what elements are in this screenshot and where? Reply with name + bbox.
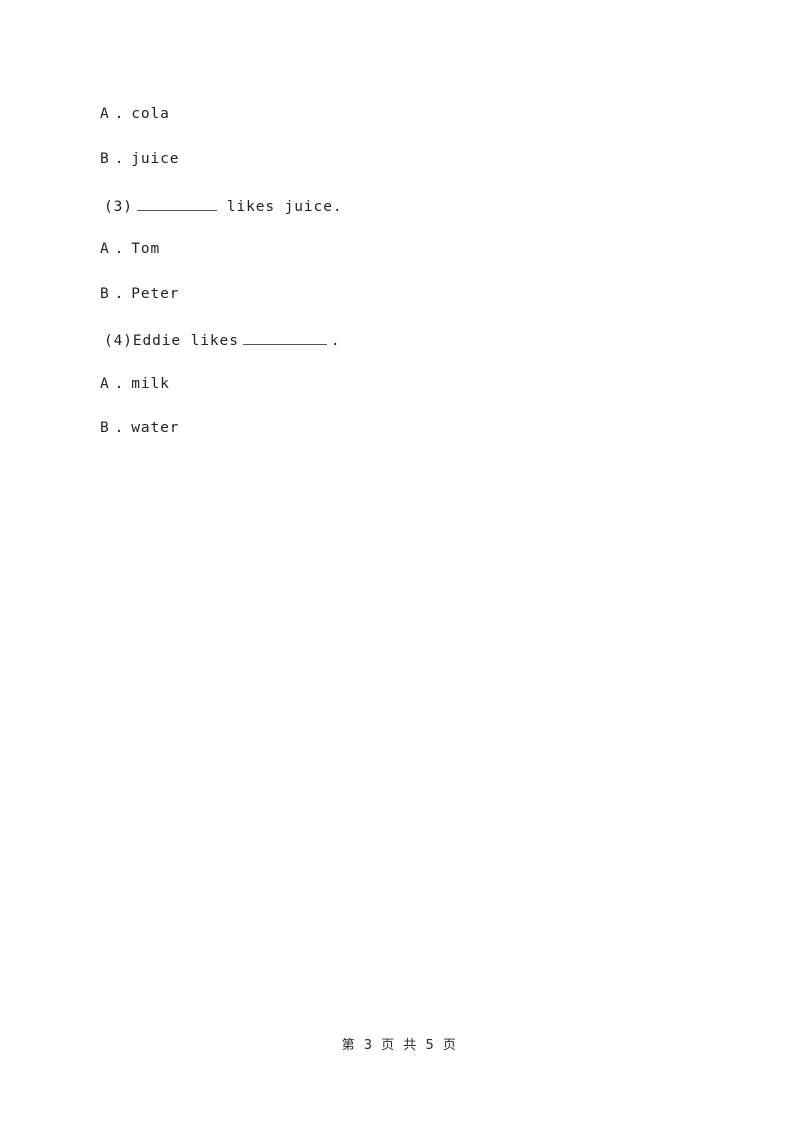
option-separator: .	[114, 286, 125, 302]
option-letter: A	[100, 376, 110, 392]
option-row[interactable]: B. juice	[100, 152, 179, 167]
question-row: (3) likes juice.	[104, 196, 342, 214]
option-letter: A	[100, 106, 110, 122]
question-text-after-blank: .	[330, 332, 341, 349]
option-label: Tom	[131, 241, 161, 257]
answer-blank[interactable]	[136, 196, 217, 211]
option-row[interactable]: A. cola	[100, 107, 170, 122]
document-page: A. cola B. juice (3) likes juice. A. Tom B. P…	[0, 0, 800, 1132]
page-footer: 第 3 页 共 5 页	[341, 1038, 459, 1053]
option-label: cola	[131, 106, 170, 122]
option-separator: .	[114, 151, 125, 167]
option-letter: B	[100, 420, 110, 436]
question-text: likes juice.	[226, 198, 343, 215]
question-text-before-blank: Eddie likes	[132, 332, 239, 349]
question-number: (4)	[104, 332, 133, 349]
option-label: water	[131, 420, 180, 436]
option-separator: .	[114, 420, 125, 436]
question-row: (4)Eddie likes.	[104, 330, 340, 348]
question-number: (3)	[104, 198, 133, 215]
option-label: Peter	[131, 286, 180, 302]
option-row[interactable]: B. Peter	[100, 287, 179, 302]
option-row[interactable]: A. Tom	[100, 242, 160, 257]
option-separator: .	[114, 241, 125, 257]
option-row[interactable]: A. milk	[100, 377, 170, 392]
option-label: juice	[131, 151, 180, 167]
option-letter: A	[100, 241, 110, 257]
option-row[interactable]: B. water	[100, 421, 179, 436]
option-letter: B	[100, 286, 110, 302]
option-label: milk	[131, 376, 170, 392]
answer-blank[interactable]	[242, 330, 327, 345]
option-separator: .	[114, 376, 125, 392]
option-letter: B	[100, 151, 110, 167]
option-separator: .	[114, 106, 125, 122]
